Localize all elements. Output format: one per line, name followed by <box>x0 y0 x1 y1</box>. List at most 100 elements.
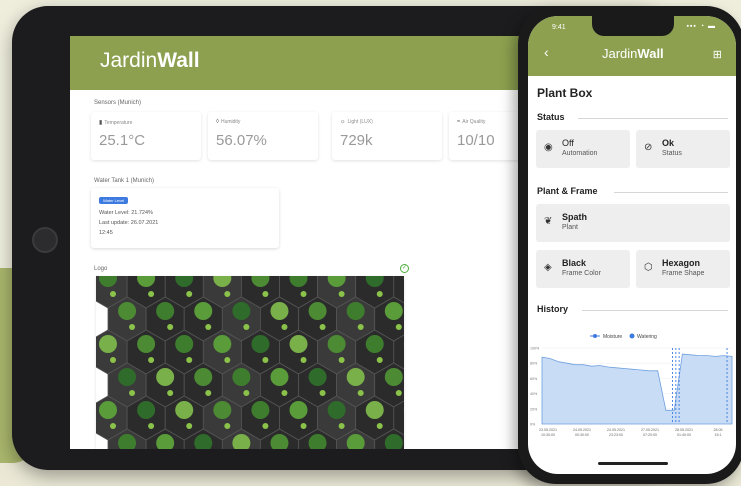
sensor-value: 25.1°C <box>99 132 146 149</box>
x-tick-time: 23:23:00 <box>609 433 623 437</box>
frame-color-card[interactable]: ◈ Black Frame Color <box>536 250 630 288</box>
sensor-value: 56.07% <box>216 132 267 149</box>
sensor-light <box>338 291 345 297</box>
wind-icon: ≈ <box>457 119 461 125</box>
plant-foliage <box>137 401 156 419</box>
plant-foliage <box>289 335 308 353</box>
sensor-light <box>357 324 364 330</box>
sensor-light <box>376 357 383 363</box>
status-value: Ok <box>662 138 675 148</box>
sensor-light <box>167 390 174 396</box>
hexagon-icon: ⬡ <box>644 262 653 273</box>
sensor-light <box>110 357 116 363</box>
signal-battery-icon: ▪▪▪ ◔ ▬ <box>686 23 716 30</box>
phone-screen: 9:41 ▪▪▪ ◔ ▬ ‹ JardinWall ⊞ Plant Box St… <box>528 16 736 474</box>
x-tick-time: 00:30:00 <box>575 433 589 437</box>
plant-foliage <box>270 368 289 386</box>
plant-foliage <box>156 302 175 320</box>
plant-label: Plant <box>562 224 578 231</box>
sensor-light <box>167 324 174 330</box>
frame-shape-card[interactable]: ⬡ Hexagon Frame Shape <box>636 250 730 288</box>
plant-foliage <box>232 368 251 386</box>
x-tick-date: 24.05.2021 <box>607 428 625 432</box>
last-update-text: Last update: 26.07.2021 <box>99 220 159 226</box>
plant-foliage <box>346 368 365 386</box>
plant-foliage <box>175 401 194 419</box>
y-tick-label: 60% <box>530 377 538 381</box>
plant-foliage <box>118 368 137 386</box>
plant-wall-image[interactable] <box>96 276 404 449</box>
sensor-light <box>186 423 193 429</box>
x-tick-date: 28.05 <box>714 428 723 432</box>
sensor-light <box>224 357 231 363</box>
automation-value: Off <box>562 138 574 148</box>
plant-foliage <box>213 335 232 353</box>
check-circle-icon: ⊘ <box>644 142 653 153</box>
sensor-light <box>262 291 269 297</box>
legend-moisture-marker <box>593 334 597 338</box>
logo-text-bold: Wall <box>637 46 664 61</box>
paint-bucket-icon: ◈ <box>544 262 552 273</box>
sensor-light <box>376 423 383 429</box>
plant-card[interactable]: ❦ Spath Plant <box>536 204 730 242</box>
sun-icon: ☼ <box>340 119 346 125</box>
sensor-light <box>224 291 231 297</box>
sensor-light <box>148 291 155 297</box>
sensor-label: Temperature <box>104 120 133 126</box>
droplet-icon: ◊ <box>216 119 219 125</box>
page-title: Plant Box <box>537 86 593 100</box>
sensor-light <box>129 390 136 396</box>
plant-foliage <box>232 302 251 320</box>
plant-icon: ❦ <box>544 216 553 227</box>
divider <box>614 192 728 193</box>
last-update-time: 12:45 <box>99 230 113 236</box>
sensor-light <box>224 423 231 429</box>
frame-color-value: Black <box>562 258 587 268</box>
divider <box>582 310 728 311</box>
x-tick-date: 28.05.2021 <box>675 428 693 432</box>
logo-text-bold: Wall <box>157 49 200 72</box>
plant-foliage <box>308 368 327 386</box>
plant-foliage <box>194 368 213 386</box>
sensor-light <box>129 324 136 330</box>
frame-shape-label: Frame Shape <box>662 270 705 277</box>
sensor-light <box>262 357 269 363</box>
sensors-title: Sensors (Munich) <box>94 100 142 106</box>
sensor-light <box>319 390 326 396</box>
chevron-left-icon[interactable]: ‹ <box>544 44 549 60</box>
home-indicator <box>598 462 668 465</box>
sensor-light <box>338 357 345 363</box>
plant-foliage <box>251 401 270 419</box>
logo-section-title: Logo <box>94 266 108 272</box>
tablet-home-button <box>32 227 58 253</box>
grid-icon[interactable]: ⊞ <box>713 48 722 61</box>
sensor-light <box>110 423 116 429</box>
plant-foliage <box>194 302 213 320</box>
plant-foliage <box>270 302 289 320</box>
sensor-card-light[interactable]: ☼ Light (LUX) 729k <box>332 112 442 160</box>
sensor-light <box>205 324 212 330</box>
water-tank-card[interactable]: Water Level Water Level: 21.724% Last up… <box>91 188 279 248</box>
plant-foliage <box>137 335 156 353</box>
hexagon-wall-graphic <box>96 276 404 449</box>
app-logo[interactable]: JardinWall <box>100 49 200 73</box>
y-tick-label: 40% <box>530 392 538 396</box>
sensor-label: Air Quality <box>462 119 486 125</box>
sensor-card-humidity[interactable]: ◊ Humidity 56.07% <box>208 112 318 160</box>
status-card[interactable]: ⊘ Ok Status <box>636 130 730 168</box>
sensor-card-temperature[interactable]: ▮ Temperature 25.1°C <box>91 112 201 160</box>
history-section-title: History <box>537 304 569 314</box>
sensor-value: 729k <box>340 132 373 149</box>
phone-device: 9:41 ▪▪▪ ◔ ▬ ‹ JardinWall ⊞ Plant Box St… <box>518 6 741 484</box>
y-tick-label: 100% <box>530 347 540 351</box>
sensor-light <box>338 423 345 429</box>
plant-foliage <box>384 368 403 386</box>
plant-foliage <box>251 335 270 353</box>
check-circle-icon: ✓ <box>400 264 409 273</box>
plant-foliage <box>365 335 384 353</box>
plant-foliage <box>308 302 327 320</box>
history-chart[interactable]: Moisture Watering 0% 20% 40% 60% 80% 100% 23.0… <box>528 326 736 442</box>
automation-card[interactable]: ◉ Off Automation <box>536 130 630 168</box>
sensor-light <box>300 357 307 363</box>
water-tank-title: Water Tank 1 (Munich) <box>94 178 155 184</box>
